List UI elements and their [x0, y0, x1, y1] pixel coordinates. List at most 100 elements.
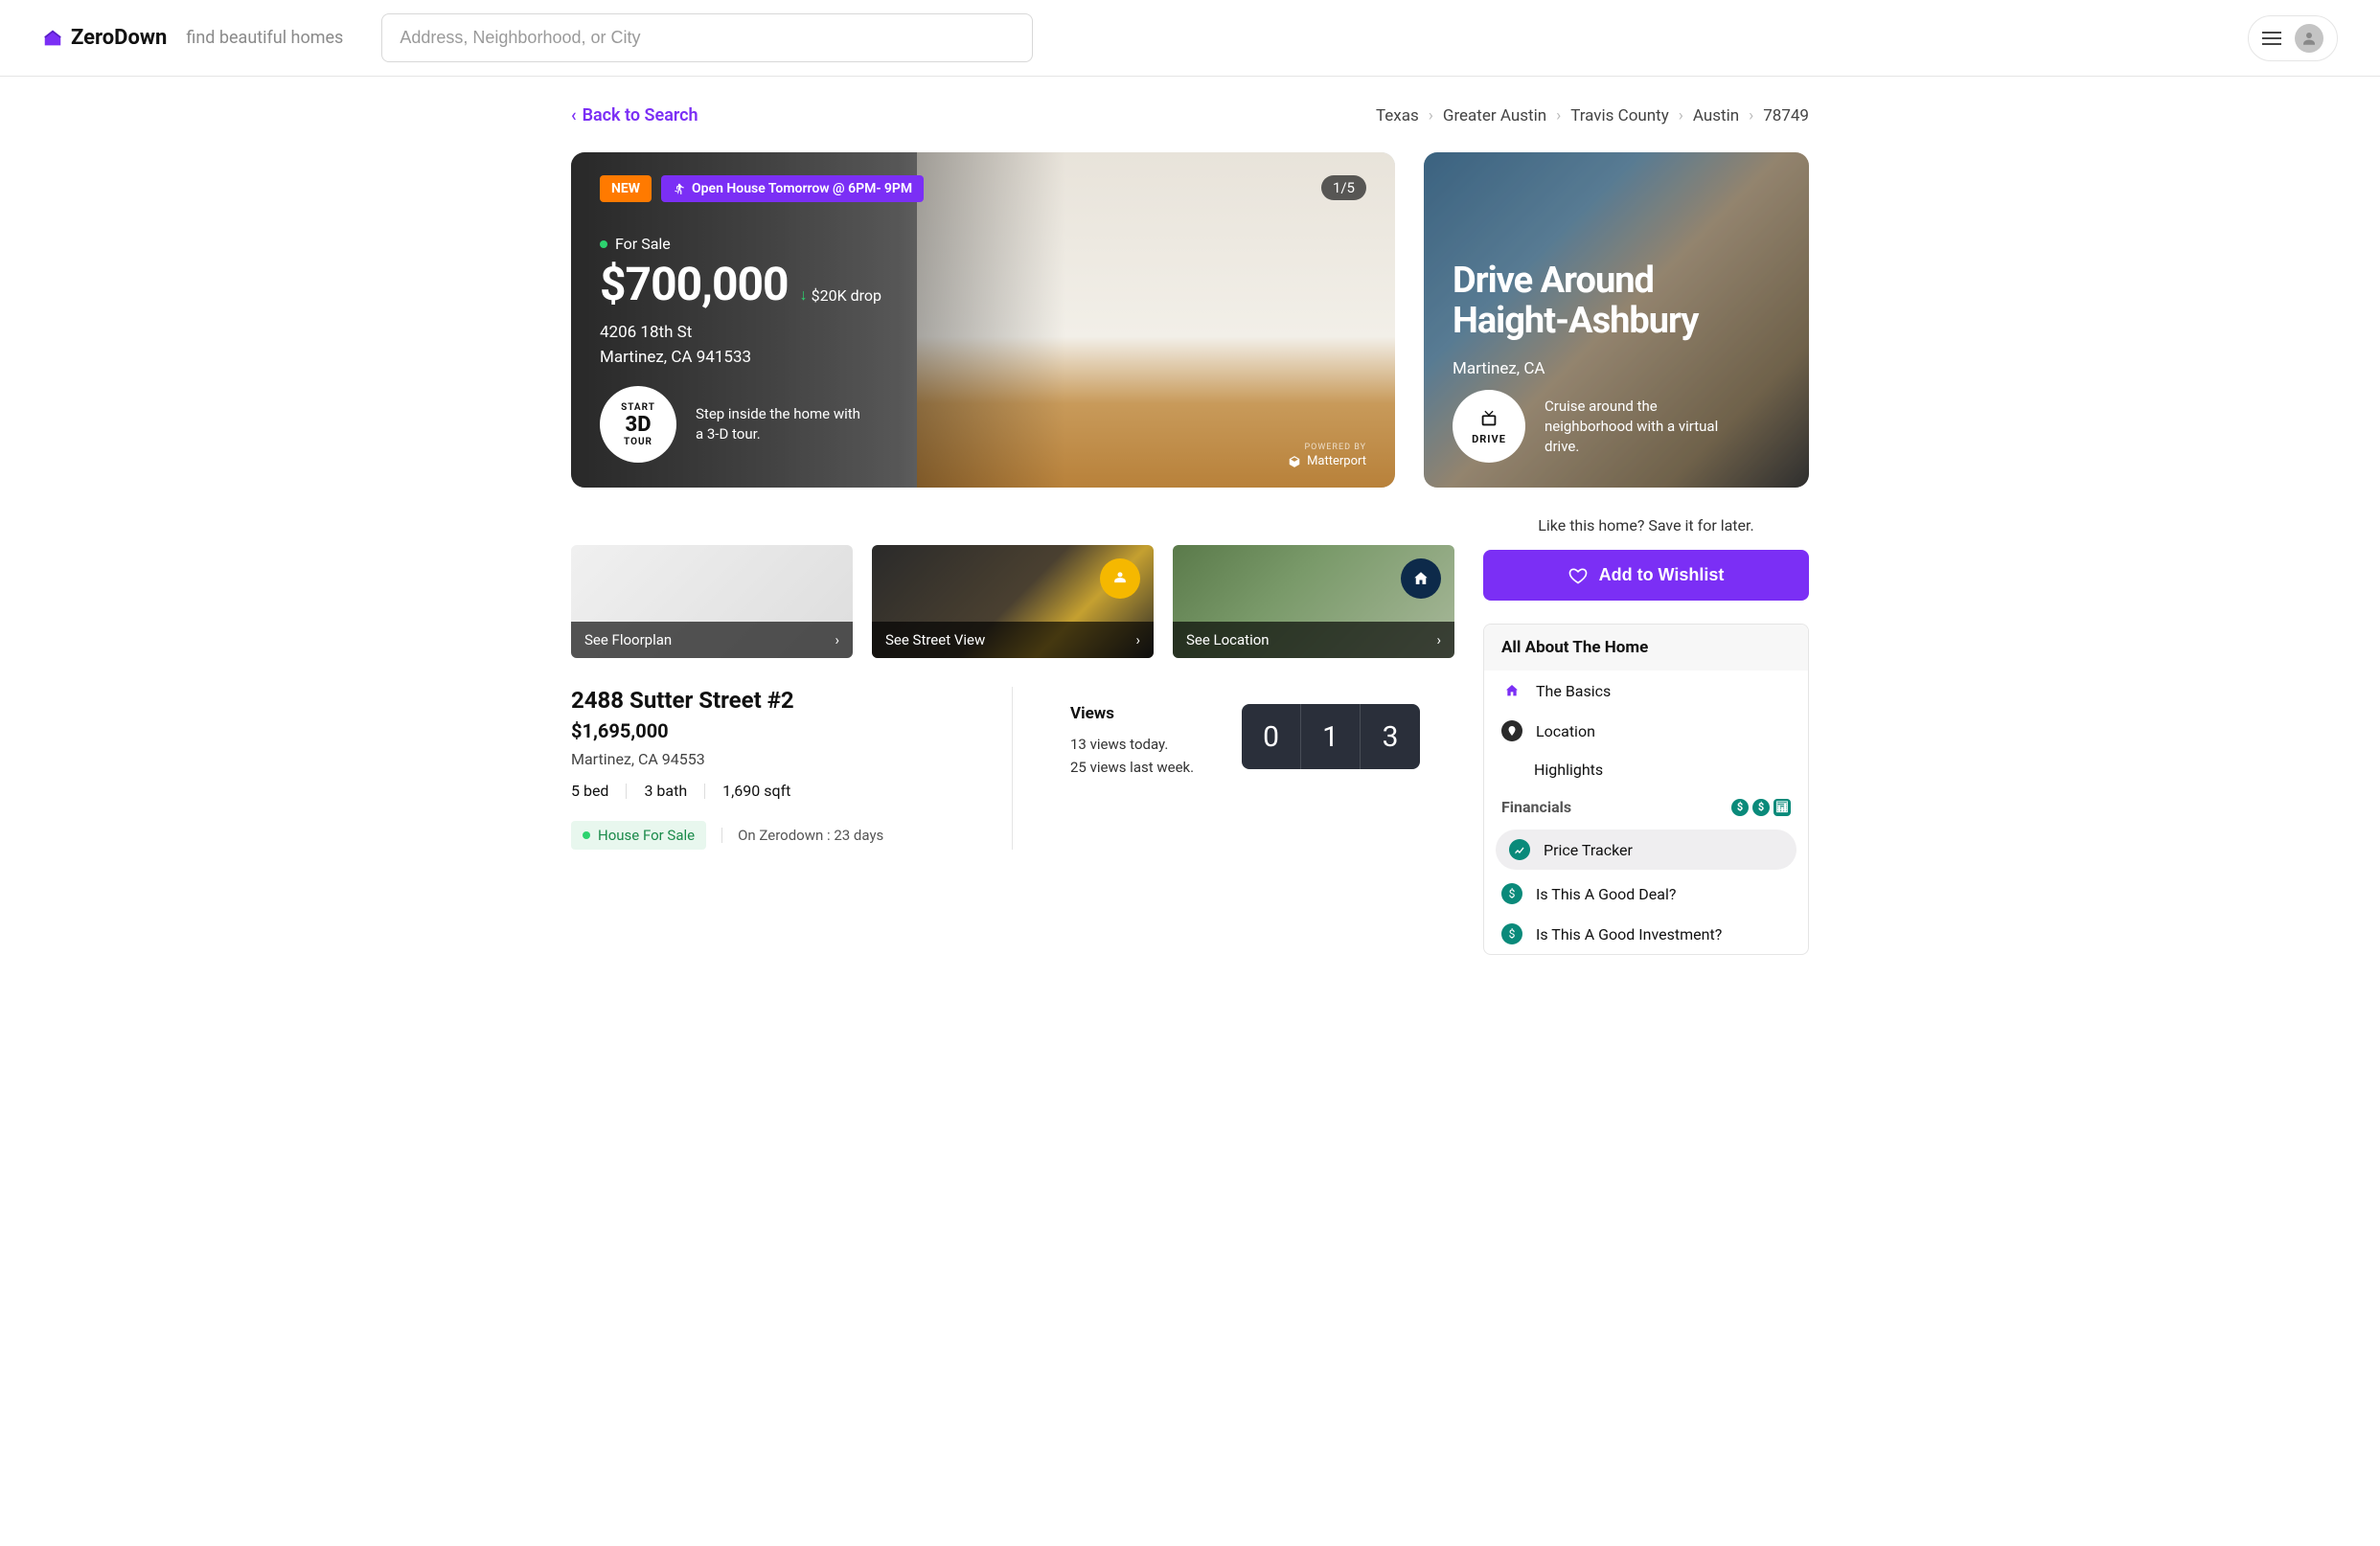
tour-line3: TOUR [624, 437, 652, 447]
photo-counter: 1/5 [1321, 175, 1366, 200]
chevron-right-icon: › [1429, 106, 1433, 125]
crumb-texas[interactable]: Texas [1376, 106, 1419, 125]
nav-label: Location [1536, 722, 1595, 740]
nav-label: Price Tracker [1544, 841, 1633, 859]
location-icon [1501, 720, 1522, 741]
beds-stat: 5 bed [571, 782, 608, 800]
nav-item-basics[interactable]: The Basics [1484, 671, 1808, 711]
street-view-icon [1100, 558, 1140, 599]
matterport-name: Matterport [1307, 454, 1366, 468]
logo-icon [42, 28, 63, 49]
tagline: find beautiful homes [186, 28, 343, 48]
location-thumbnail[interactable]: See Location › [1173, 545, 1454, 658]
crumb-zip[interactable]: 78749 [1763, 106, 1809, 125]
status-dot-icon [583, 831, 590, 839]
dollar-icon: $ [1731, 799, 1749, 816]
views-counter: 0 1 3 [1242, 704, 1420, 769]
price-drop-label: $20K drop [812, 286, 881, 305]
views-section: Views 13 views today. 25 views last week… [1012, 687, 1454, 850]
baths-stat: 3 bath [644, 782, 687, 800]
matterport-credit: POWERED BY Matterport [1288, 443, 1366, 468]
street-view-thumbnail[interactable]: See Street View › [872, 545, 1154, 658]
cube-icon [1288, 455, 1301, 468]
open-house-label: Open House Tomorrow @ 6PM- 9PM [692, 181, 912, 196]
drive-subtitle: Martinez, CA [1453, 359, 1780, 378]
user-icon [2300, 30, 2318, 47]
nav-section-financials[interactable]: Financials $ $ 📊︎ [1484, 788, 1808, 826]
for-sale-tag: House For Sale [571, 821, 706, 850]
tour-line2: 3D [626, 413, 652, 437]
stat-separator [721, 828, 722, 843]
views-today: 13 views today. [1070, 733, 1194, 756]
stat-separator [704, 784, 705, 799]
heart-icon [1568, 566, 1588, 585]
nav-item-price-tracker[interactable]: Price Tracker [1496, 830, 1796, 870]
nav-panel-header: All About The Home [1484, 625, 1808, 671]
location-label: See Location [1186, 631, 1270, 648]
price: $700,000 [600, 257, 789, 311]
chevron-right-icon: › [1436, 631, 1441, 648]
right-column: Like this home? Save it for later. Add t… [1483, 516, 1809, 955]
views-label: Views [1070, 704, 1194, 723]
walk-icon [673, 182, 686, 195]
views-week: 25 views last week. [1070, 756, 1194, 779]
chevron-right-icon: › [835, 631, 839, 648]
brand-name: ZeroDown [71, 26, 167, 50]
chevron-right-icon: › [1679, 106, 1683, 125]
chevron-right-icon: › [1749, 106, 1753, 125]
sale-status-label: For Sale [615, 235, 671, 253]
status-dot-icon [600, 240, 607, 248]
nav-panel: All About The Home The Basics Location H… [1483, 624, 1809, 955]
matterport-powered: POWERED BY [1288, 443, 1366, 452]
nav-item-highlights[interactable]: Highlights [1484, 751, 1808, 788]
financial-icons: $ $ 📊︎ [1731, 799, 1791, 816]
tv-icon [1478, 408, 1499, 429]
search-input[interactable] [381, 13, 1033, 62]
property-price: $1,695,000 [571, 719, 983, 742]
crumb-austin[interactable]: Austin [1693, 106, 1739, 125]
avatar[interactable] [2295, 24, 2323, 53]
sqft-stat: 1,690 sqft [722, 782, 790, 800]
chevron-left-icon: ‹ [571, 105, 577, 125]
address-line1: 4206 18th St [600, 321, 1366, 346]
chart-icon [1509, 839, 1530, 860]
tour-description: Step inside the home with a 3-D tour. [696, 404, 868, 444]
drive-title-line1: Drive Around [1453, 261, 1780, 302]
home-icon [1501, 680, 1522, 701]
nav-item-location[interactable]: Location [1484, 711, 1808, 751]
drive-button[interactable]: DRIVE [1453, 390, 1525, 463]
back-link-label: Back to Search [583, 105, 698, 125]
property-address: Martinez, CA 94553 [571, 750, 983, 768]
nav-label: Is This A Good Investment? [1536, 925, 1722, 944]
chevron-right-icon: › [1556, 106, 1561, 125]
hero-image[interactable]: NEW Open House Tomorrow @ 6PM- 9PM 1/5 F… [571, 152, 1395, 488]
logo[interactable]: ZeroDown [42, 26, 167, 50]
back-to-search-link[interactable]: ‹ Back to Search [571, 105, 698, 125]
dollar-icon: $ [1501, 923, 1522, 944]
nav-label: Highlights [1534, 761, 1603, 779]
nav-item-good-deal[interactable]: $ Is This A Good Deal? [1484, 874, 1808, 914]
chevron-right-icon: › [1135, 631, 1140, 648]
dollar-icon: $ [1501, 883, 1522, 904]
nav-label: Financials [1501, 798, 1571, 816]
stat-separator [626, 784, 627, 799]
sale-tag-label: House For Sale [598, 827, 695, 844]
floorplan-label: See Floorplan [584, 631, 672, 648]
crumb-greater-austin[interactable]: Greater Austin [1443, 106, 1546, 125]
start-3d-tour-button[interactable]: START 3D TOUR [600, 386, 676, 463]
drive-title-line2: Haight-Ashbury [1453, 302, 1780, 342]
counter-digit: 0 [1242, 704, 1301, 769]
menu-icon[interactable] [2262, 32, 2281, 45]
address-line2: Martinez, CA 941533 [600, 346, 1366, 371]
counter-digit: 3 [1361, 704, 1420, 769]
crumb-travis-county[interactable]: Travis County [1570, 106, 1669, 125]
nav-item-good-investment[interactable]: $ Is This A Good Investment? [1484, 914, 1808, 954]
breadcrumbs: Texas › Greater Austin › Travis County ›… [1376, 106, 1809, 125]
add-to-wishlist-button[interactable]: Add to Wishlist [1483, 550, 1809, 601]
header: ZeroDown find beautiful homes [0, 0, 2380, 77]
search-box [381, 13, 1033, 62]
floorplan-thumbnail[interactable]: See Floorplan › [571, 545, 853, 658]
arrow-down-icon: ↓ [800, 285, 808, 305]
wishlist-label: Add to Wishlist [1599, 565, 1725, 585]
drive-around-card[interactable]: Drive Around Haight-Ashbury Martinez, CA… [1424, 152, 1809, 488]
